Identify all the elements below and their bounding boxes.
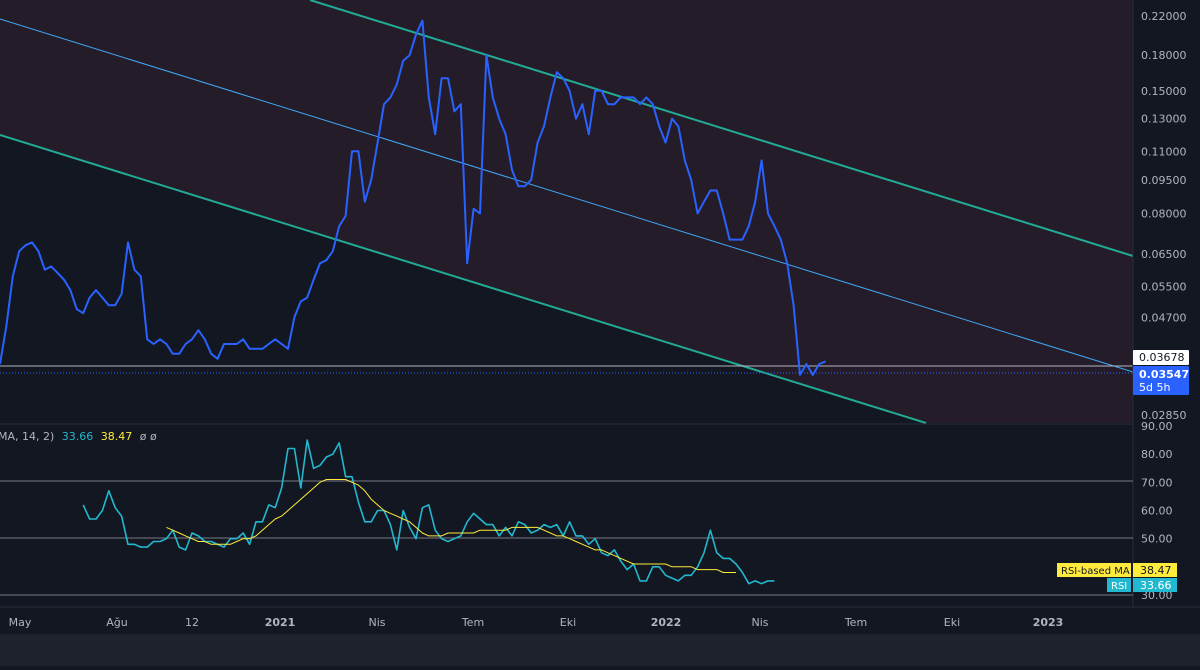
rsi-axis-tick: 60.00 [1141,505,1173,518]
price-axis-tick: 0.13000 [1141,113,1187,126]
rsi-value: 33.66 [1140,579,1172,592]
rsi-legend-extra: ø ø [140,430,157,443]
rsi-ma-value: 38.47 [1140,564,1172,577]
rsi-axis-tick: 70.00 [1141,476,1173,489]
last-price-label: 0.03547 [1139,368,1189,381]
time-axis-label: 2023 [1033,616,1064,629]
rsi-ma-name: RSI-based MA [1061,566,1130,577]
rsi-axis-tick: 80.00 [1141,448,1173,461]
rsi-name: RSI [1111,581,1127,592]
countdown-label: 5d 5h [1139,381,1170,394]
time-axis-label: Tem [461,616,484,629]
time-axis-label: Nis [751,616,768,629]
time-axis-label: May [9,616,32,629]
chart-svg[interactable]: MA, 14, 2) 33.66 38.47 ø ø 0.22000 0.1800… [0,0,1200,666]
price-axis-tick: 0.18000 [1141,49,1187,62]
level-label: 0.03678 [1139,351,1185,364]
price-axis-tick: 0.08000 [1141,208,1187,221]
price-axis-tick: 0.04700 [1141,311,1187,324]
time-axis-label: Nis [368,616,385,629]
rsi-legend-ma: 38.47 [101,430,133,443]
footer-bar [0,634,1200,666]
rsi-legend-rsi: 33.66 [62,430,94,443]
price-axis-tick: 0.06500 [1141,248,1187,261]
time-axis-label: 2021 [265,616,296,629]
time-axis-label: Eki [944,616,960,629]
rsi-legend[interactable]: MA, 14, 2) 33.66 38.47 ø ø [0,430,157,443]
price-axis-tick: 0.05500 [1141,281,1187,294]
chart-window: MA, 14, 2) 33.66 38.47 ø ø 0.22000 0.1800… [0,0,1200,666]
time-axis-label: 2022 [651,616,682,629]
time-axis-label: Eki [560,616,576,629]
price-axis-tick: 0.15000 [1141,85,1187,98]
time-axis-label: Ağu [106,616,127,629]
rsi-legend-prefix: MA, 14, 2) [0,430,54,443]
price-axis-tick: 0.22000 [1141,10,1187,23]
time-axis-label: Tem [844,616,867,629]
price-axis-tick: 0.09500 [1141,174,1187,187]
time-axis-label: 12 [185,616,199,629]
price-axis-tick: 0.11000 [1141,145,1187,158]
price-axis-labels: 0.03678 0.03547 5d 5h [1133,350,1189,395]
rsi-axis-tick: 90.00 [1141,420,1173,433]
rsi-axis-tick: 50.00 [1141,533,1173,546]
